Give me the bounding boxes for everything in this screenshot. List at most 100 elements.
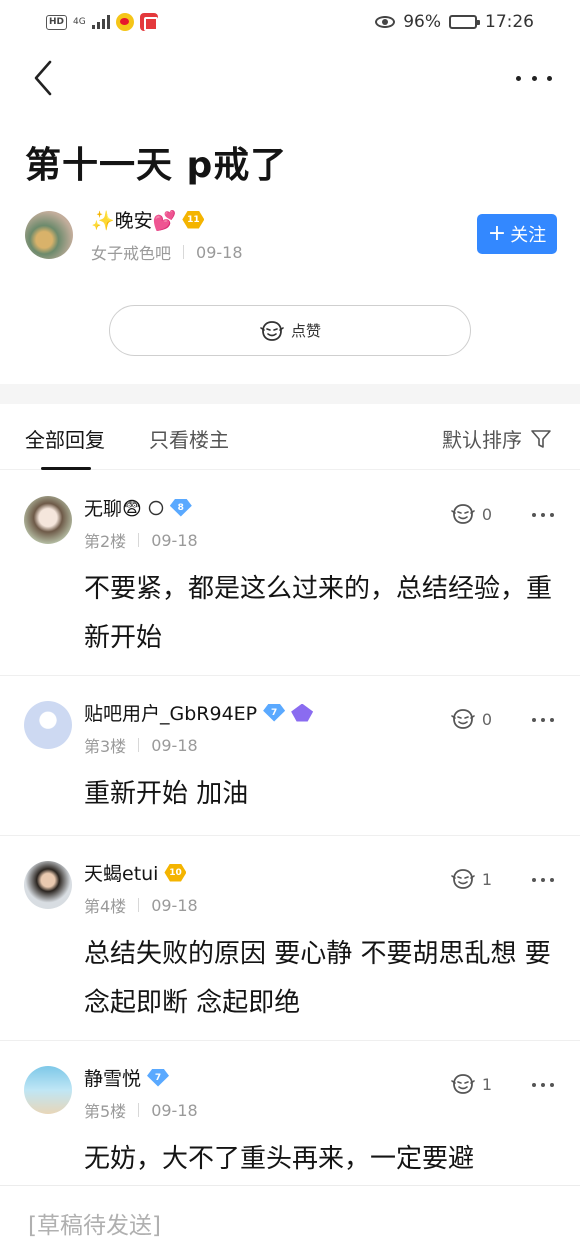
level-badge: 8 bbox=[169, 498, 192, 517]
more-dots-icon bbox=[532, 718, 536, 722]
more-dots-icon bbox=[532, 878, 536, 882]
reply-user-name: 天蝎etui bbox=[84, 863, 159, 885]
reply-name-row[interactable]: 静雪悦 7 bbox=[84, 1064, 170, 1091]
signal-icon bbox=[91, 15, 110, 29]
post-title: 第十一天 p戒了 bbox=[25, 145, 288, 186]
follow-label: 关注 bbox=[510, 225, 547, 246]
sort-label: 默认排序 bbox=[442, 428, 522, 452]
level-badge: 7 bbox=[263, 703, 286, 722]
reply-date: 09-18 bbox=[151, 735, 198, 755]
reply-item: 无聊😨 8 第2楼 09-18 0 不要紧，都是这么过来的，总结经验，重新开始 bbox=[0, 471, 580, 676]
reply-floor: 第5楼 bbox=[84, 1102, 127, 1121]
sort-button[interactable]: 默认排序 bbox=[442, 424, 552, 453]
status-right: 96% 17:26 bbox=[375, 12, 534, 32]
reply-avatar[interactable] bbox=[24, 496, 72, 544]
clock: 17:26 bbox=[485, 12, 534, 32]
reply-more-button[interactable] bbox=[532, 513, 554, 519]
tab-active-indicator bbox=[41, 467, 91, 470]
reply-name-row[interactable]: 天蝎etui 10 bbox=[84, 859, 187, 886]
more-dots-icon bbox=[516, 75, 521, 81]
reply-user-name: 贴吧用户_GbR94EP bbox=[84, 703, 258, 725]
like-face-icon bbox=[260, 320, 284, 341]
like-label: 点赞 bbox=[290, 322, 321, 340]
reply-like-button[interactable]: 1 bbox=[450, 1073, 492, 1095]
eye-comfort-icon bbox=[375, 16, 396, 28]
level-badge: 11 bbox=[182, 210, 205, 229]
like-face-icon bbox=[451, 709, 475, 729]
reply-text: 无妨，大不了重头再来，一定要避 bbox=[84, 1144, 475, 1174]
reply-user-name: 静雪悦 bbox=[84, 1068, 142, 1090]
like-face-icon bbox=[451, 869, 475, 889]
author-avatar[interactable] bbox=[25, 211, 73, 259]
tab-all-replies[interactable]: 全部回复 bbox=[25, 424, 105, 453]
meta-divider bbox=[183, 245, 185, 259]
reply-like-count: 1 bbox=[481, 1074, 492, 1094]
filter-funnel-icon bbox=[531, 429, 551, 448]
reply-item: 贴吧用户_GbR94EP 7 第3楼 09-18 0 重新开始 加油 bbox=[0, 676, 580, 836]
back-arrow-icon bbox=[34, 60, 52, 96]
reply-meta: 第2楼 09-18 bbox=[84, 528, 198, 552]
back-button[interactable] bbox=[30, 58, 60, 98]
level-badge: 7 bbox=[147, 1068, 170, 1087]
reply-name-row[interactable]: 贴吧用户_GbR94EP 7 bbox=[84, 699, 314, 726]
reply-like-button[interactable]: 0 bbox=[450, 503, 492, 525]
more-dots-icon bbox=[532, 513, 536, 517]
reply-avatar[interactable] bbox=[24, 861, 72, 909]
moon-badge-icon bbox=[148, 500, 164, 515]
section-divider bbox=[0, 384, 580, 404]
reply-floor: 第2楼 bbox=[84, 532, 127, 551]
like-face-icon bbox=[451, 1074, 475, 1094]
weibo-notification-icon bbox=[115, 13, 134, 31]
reply-user-name: 无聊😨 bbox=[84, 498, 142, 520]
app-notification-icon bbox=[139, 13, 158, 31]
like-face-icon bbox=[451, 504, 475, 524]
forum-name[interactable]: 女子戒色吧 bbox=[91, 240, 171, 264]
meta-divider bbox=[138, 898, 140, 912]
meta-divider bbox=[138, 533, 140, 547]
status-left: HD 4G bbox=[46, 13, 158, 31]
reply-date: 09-18 bbox=[151, 895, 198, 915]
author-meta: 女子戒色吧 09-18 bbox=[91, 240, 243, 264]
more-options-button[interactable] bbox=[516, 66, 552, 90]
hd-indicator: HD bbox=[46, 14, 68, 30]
post-date: 09-18 bbox=[196, 242, 243, 262]
like-button[interactable]: 点赞 bbox=[109, 305, 471, 356]
reply-like-button[interactable]: 0 bbox=[450, 708, 492, 730]
achievement-badge bbox=[291, 703, 314, 722]
reply-text: 重新开始 加油 bbox=[84, 779, 249, 809]
reply-date: 09-18 bbox=[151, 1100, 198, 1120]
meta-divider bbox=[138, 1103, 140, 1117]
plus-icon: + bbox=[487, 221, 507, 246]
reply-text: 总结失败的原因 要心静 不要胡思乱想 要念起即断 念起即绝 bbox=[84, 939, 551, 1018]
level-badge: 10 bbox=[164, 863, 187, 882]
reply-floor: 第3楼 bbox=[84, 737, 127, 756]
reply-avatar[interactable] bbox=[24, 1066, 72, 1114]
draft-placeholder: [草稿待发送] bbox=[28, 1213, 161, 1239]
reply-like-count: 0 bbox=[481, 504, 492, 524]
reply-like-count: 1 bbox=[481, 869, 492, 889]
status-bar: HD 4G 96% 17:26 bbox=[0, 0, 580, 44]
reply-meta: 第3楼 09-18 bbox=[84, 733, 198, 757]
reply-more-button[interactable] bbox=[532, 1083, 554, 1089]
follow-button[interactable]: + 关注 bbox=[477, 214, 557, 254]
reply-like-button[interactable]: 1 bbox=[450, 868, 492, 890]
author-name-row[interactable]: ✨晚安💕 11 bbox=[91, 206, 205, 233]
author-row: ✨晚安💕 11 女子戒色吧 09-18 + 关注 bbox=[25, 205, 557, 265]
reply-more-button[interactable] bbox=[532, 718, 554, 724]
reply-text: 不要紧，都是这么过来的，总结经验，重新开始 bbox=[84, 574, 553, 653]
battery-icon bbox=[449, 15, 480, 29]
reply-tabs: 全部回复 只看楼主 默认排序 bbox=[0, 404, 580, 470]
network-indicator: 4G bbox=[73, 17, 86, 27]
nav-bar bbox=[0, 44, 580, 114]
reply-more-button[interactable] bbox=[532, 878, 554, 884]
reply-avatar[interactable] bbox=[24, 701, 72, 749]
reply-floor: 第4楼 bbox=[84, 897, 127, 916]
author-name: ✨晚安💕 bbox=[91, 210, 177, 232]
tab-owner-only[interactable]: 只看楼主 bbox=[149, 424, 229, 453]
meta-divider bbox=[138, 738, 140, 752]
reply-item: 静雪悦 7 第5楼 09-18 1 无妨，大不了重头再来，一定要避 bbox=[0, 1041, 580, 1191]
reply-input-bar[interactable]: [草稿待发送] bbox=[0, 1185, 580, 1257]
reply-name-row[interactable]: 无聊😨 8 bbox=[84, 494, 192, 521]
reply-meta: 第4楼 09-18 bbox=[84, 893, 198, 917]
reply-like-count: 0 bbox=[481, 709, 492, 729]
